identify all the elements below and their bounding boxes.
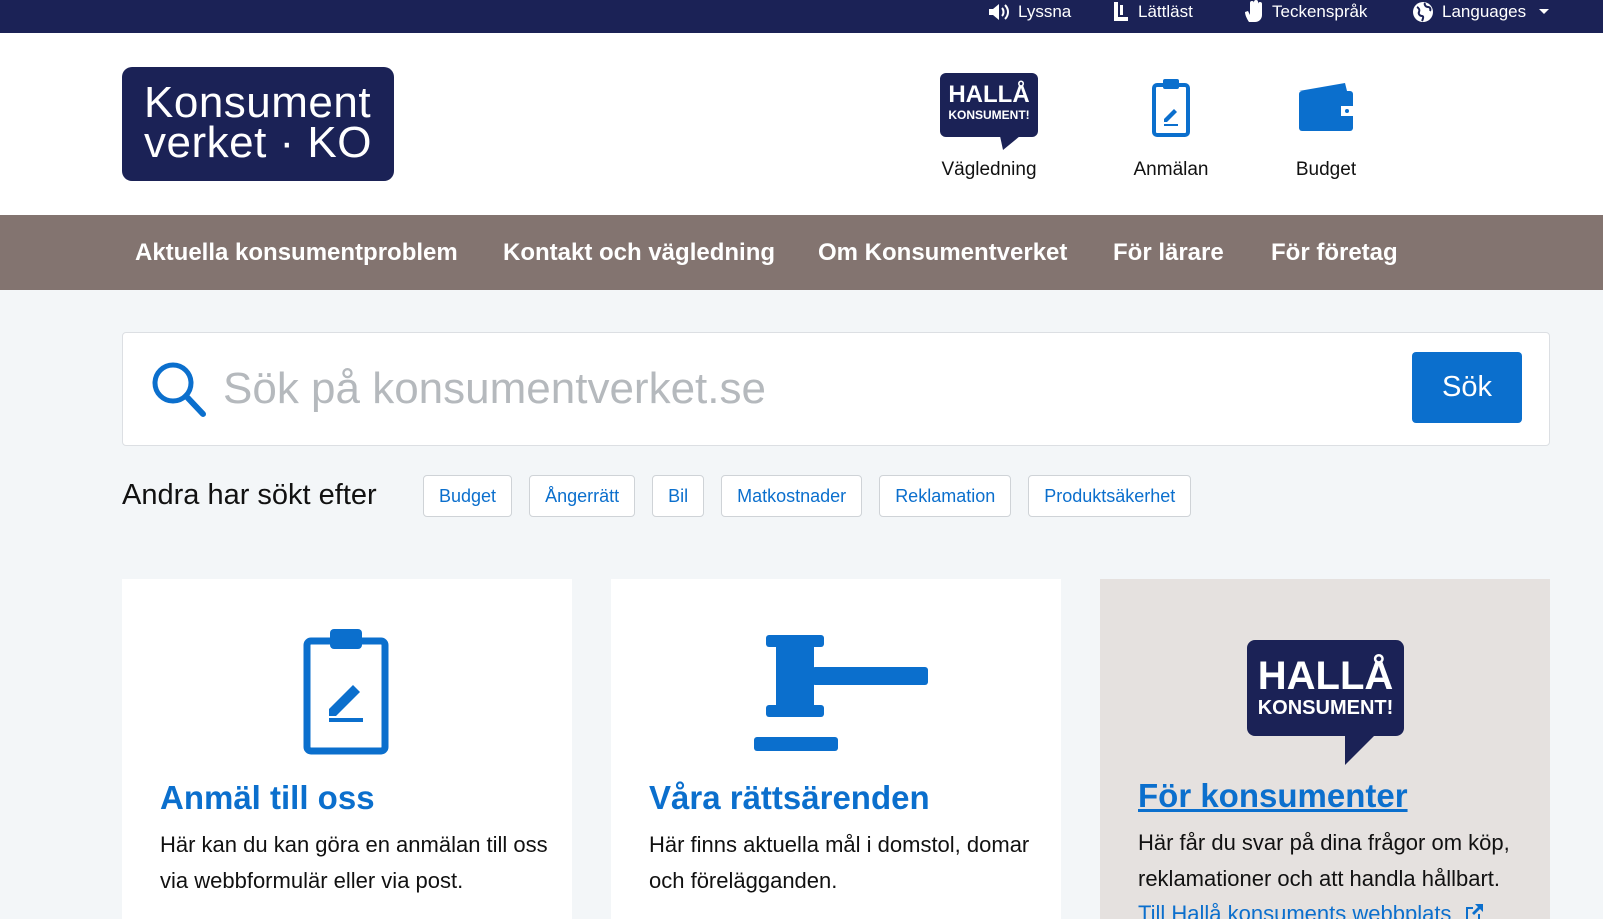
gavel-icon (754, 635, 928, 751)
halla-badge-line1: HALLÅ (948, 81, 1030, 108)
tag-button[interactable]: Reklamation (879, 475, 1012, 517)
languages-label: Languages (1442, 2, 1527, 21)
clipboard-edit-icon (1152, 79, 1190, 137)
external-link-icon (1465, 904, 1483, 919)
nav-item-larare[interactable]: För lärare (1113, 215, 1224, 290)
card-description: Här får du svar på dina frågor om köp, r… (1138, 830, 1510, 891)
card-for-konsumenter[interactable]: HALLÅ KONSUMENT! För konsumenter Här får… (1100, 579, 1550, 919)
card-title[interactable]: För konsumenter (1138, 777, 1408, 815)
halla-badge-line1: HALLÅ (1257, 654, 1394, 698)
halla-konsument-logo: HALLÅ KONSUMENT! (1247, 640, 1404, 768)
speech-tail-icon (1345, 735, 1375, 765)
hand-sign-icon (1245, 0, 1262, 22)
easy-read-label: Lättläst (1138, 2, 1193, 21)
card-description: Här kan du kan göra en anmälan till oss … (160, 832, 548, 893)
nav-item-kontakt[interactable]: Kontakt och vägledning (503, 215, 775, 290)
search-input[interactable] (223, 357, 1423, 421)
popular-search-tags: Budget Ångerrätt Bil Matkostnader Reklam… (423, 475, 1192, 517)
nav-item-om[interactable]: Om Konsumentverket (818, 215, 1067, 290)
header-link-vagledning[interactable]: HALLÅ KONSUMENT! Vägledning (940, 73, 1038, 181)
card-title[interactable]: Anmäl till oss (160, 779, 375, 817)
globe-icon (1413, 2, 1433, 22)
easy-read-link[interactable]: Lättläst (1112, 0, 1193, 24)
tag-button[interactable]: Ångerrätt (529, 475, 636, 517)
header-link-budget[interactable]: Budget (1277, 73, 1375, 181)
wallet-icon (1299, 83, 1353, 131)
header-link-anmalan[interactable]: Anmälan (1122, 73, 1220, 181)
popular-searches-label: Andra har sökt efter (122, 479, 377, 511)
main-navigation: Aktuella konsumentproblem Kontakt och vä… (0, 215, 1603, 290)
tag-button[interactable]: Matkostnader (721, 475, 863, 517)
halla-konsument-icon: HALLÅ KONSUMENT! (940, 73, 1038, 151)
card-description: Här finns aktuella mål i domstol, domar … (649, 832, 1030, 893)
card-title[interactable]: Våra rättsärenden (649, 779, 930, 817)
search-icon (152, 362, 206, 417)
search-button[interactable]: Sök (1412, 352, 1522, 423)
search-box: Sök (122, 332, 1550, 446)
nav-item-aktuella[interactable]: Aktuella konsumentproblem (135, 215, 458, 290)
card-anmal[interactable]: Anmäl till oss Här kan du kan göra en an… (122, 579, 572, 919)
nav-item-foretag[interactable]: För företag (1271, 215, 1398, 290)
listen-label: Lyssna (1018, 2, 1072, 21)
header-link-label: Vägledning (941, 159, 1037, 180)
caret-down-icon (1539, 9, 1550, 14)
speaker-icon (989, 4, 1009, 20)
header-link-label: Budget (1295, 159, 1357, 180)
konsumentverket-logo[interactable]: Konsument verket · KO (122, 67, 394, 181)
tag-button[interactable]: Produktsäkerhet (1028, 475, 1192, 517)
halla-badge-line2: KONSUMENT! (1257, 697, 1394, 719)
listen-link[interactable]: Lyssna (988, 0, 1071, 24)
sign-language-label: Teckenspråk (1272, 2, 1368, 21)
speech-tail-icon (1000, 136, 1020, 150)
external-link[interactable]: Till Hallå konsuments webbplats (1138, 901, 1484, 919)
header-link-label: Anmälan (1133, 159, 1209, 180)
halla-badge-line2: KONSUMENT! (948, 108, 1030, 122)
easy-read-icon (1114, 2, 1128, 21)
sign-language-link[interactable]: Teckenspråk (1244, 0, 1367, 24)
tag-button[interactable]: Bil (652, 475, 705, 517)
languages-dropdown[interactable]: Languages (1412, 0, 1550, 24)
logo-line-2: verket · KO (144, 118, 372, 167)
external-link-label: Till Hallå konsuments webbplats (1138, 901, 1452, 919)
utility-bar: Lyssna Lättläst Teckenspråk Languages (0, 0, 1603, 33)
card-rattsarenden[interactable]: Våra rättsärenden Här finns aktuella mål… (611, 579, 1061, 919)
clipboard-edit-icon (303, 629, 389, 755)
tag-button[interactable]: Budget (423, 475, 513, 517)
site-header: Konsument verket · KO HALLÅ KONSUMENT! V… (0, 33, 1603, 215)
